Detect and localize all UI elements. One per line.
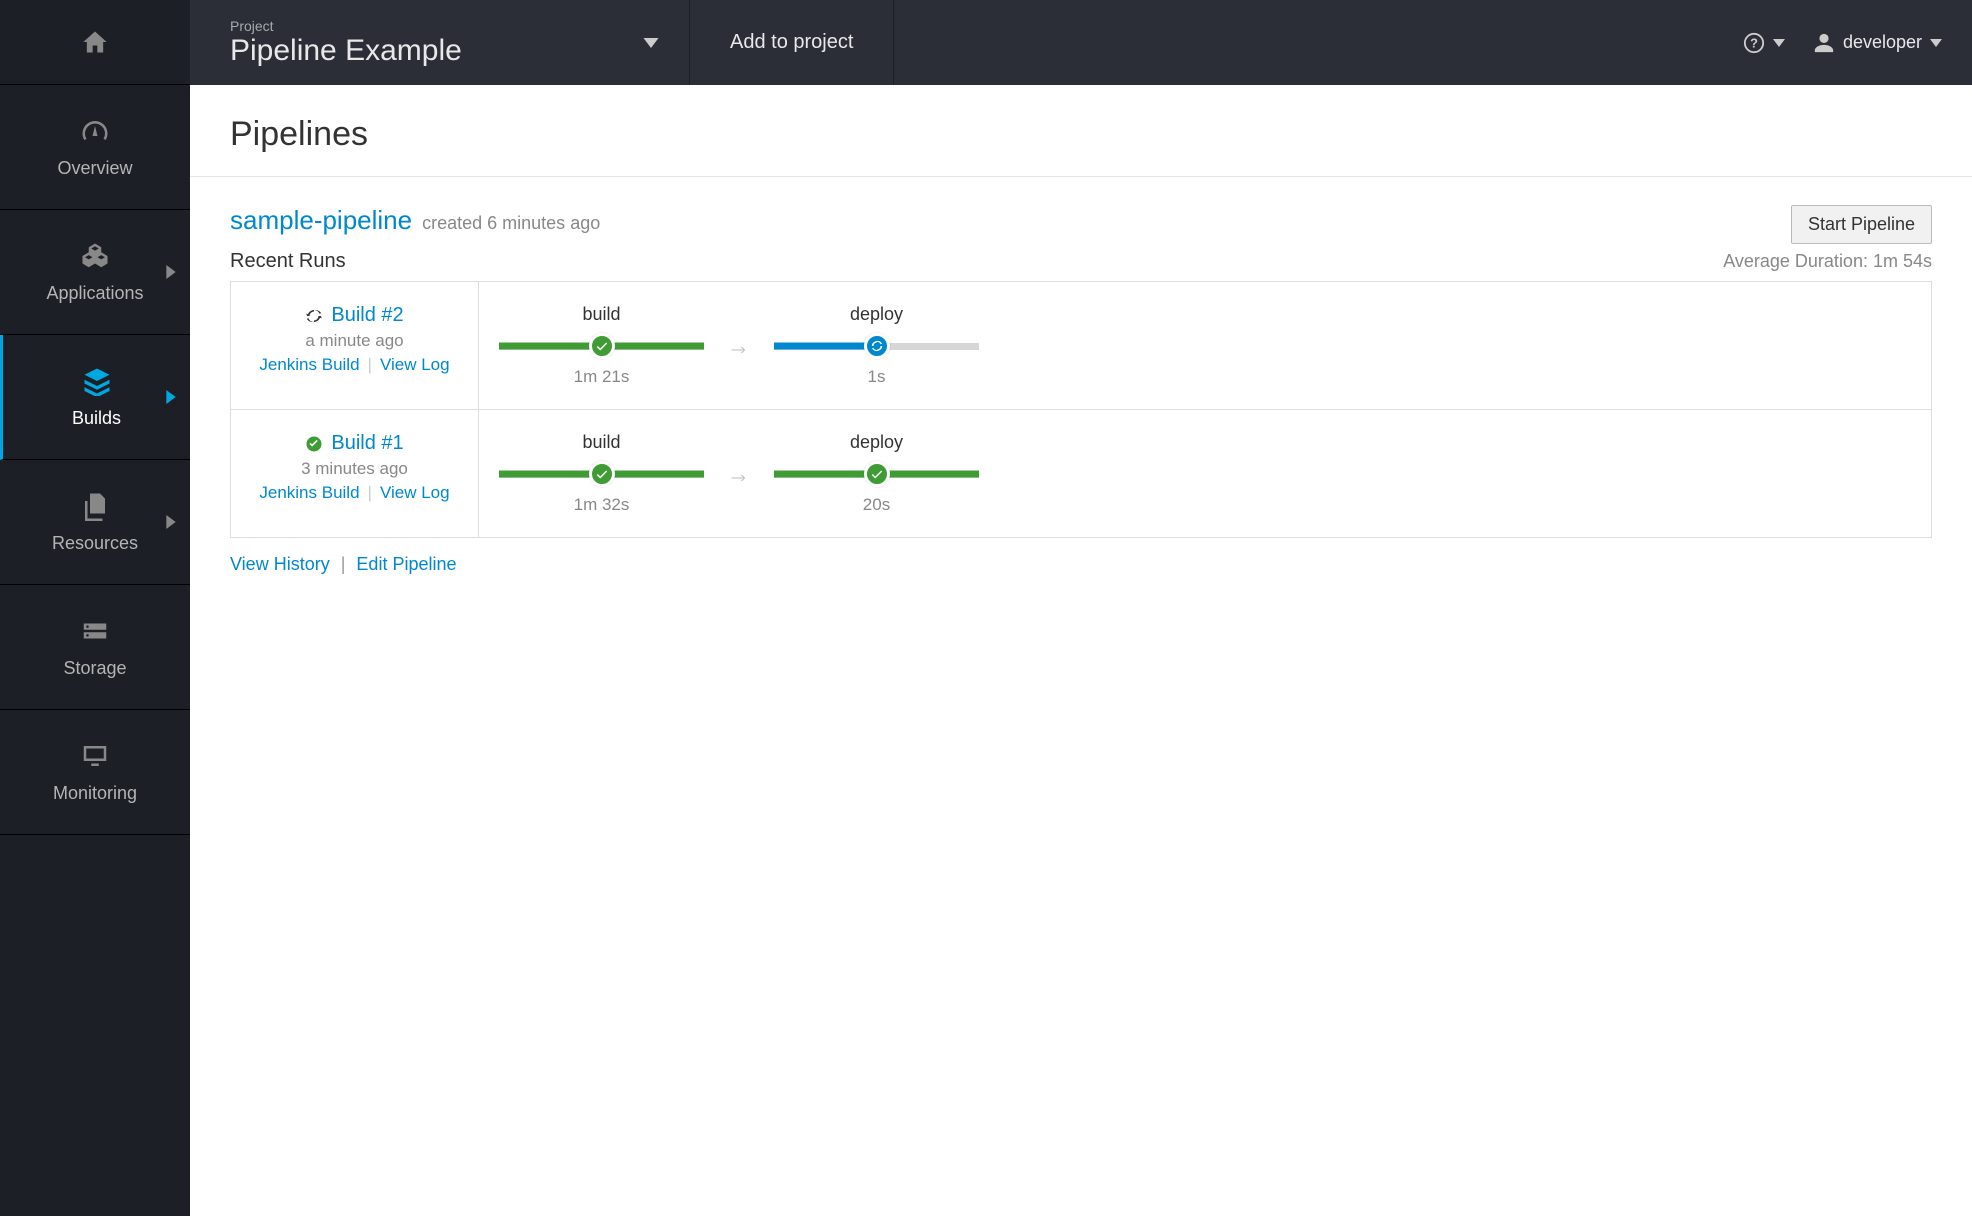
check-icon — [589, 333, 615, 359]
chevron-right-icon — [166, 390, 176, 404]
jenkins-build-link[interactable]: Jenkins Build — [259, 483, 359, 503]
pipeline-name-link[interactable]: sample-pipeline — [230, 205, 412, 236]
topbar: Project Pipeline Example Add to project … — [190, 0, 1972, 85]
view-log-link[interactable]: View Log — [380, 355, 450, 375]
success-icon — [305, 435, 323, 453]
build-time: a minute ago — [305, 331, 403, 351]
chevron-down-icon — [643, 38, 659, 48]
stage-duration: 20s — [863, 495, 890, 515]
stage-deploy: deploy 1s — [774, 304, 979, 387]
jenkins-build-link[interactable]: Jenkins Build — [259, 355, 359, 375]
sidebar: Overview Applications Builds Resources S… — [0, 0, 190, 1216]
sidebar-label-applications: Applications — [46, 283, 143, 304]
sidebar-item-applications[interactable]: Applications — [0, 210, 190, 335]
recent-runs-label: Recent Runs — [230, 250, 346, 273]
stage-label: deploy — [850, 432, 903, 453]
cubes-icon — [80, 241, 110, 271]
username: developer — [1843, 32, 1922, 53]
stage-duration: 1s — [868, 367, 886, 387]
home-icon — [81, 28, 109, 56]
check-icon — [589, 461, 615, 487]
page-title: Pipelines — [230, 115, 1932, 154]
run-meta: Build #1 3 minutes ago Jenkins Build | V… — [231, 410, 479, 537]
runs-table: Build #2 a minute ago Jenkins Build | Vi… — [230, 281, 1932, 538]
sidebar-label-builds: Builds — [72, 408, 121, 429]
layers-icon — [82, 366, 112, 396]
stage-label: build — [582, 432, 620, 453]
files-icon — [80, 491, 110, 521]
edit-pipeline-link[interactable]: Edit Pipeline — [356, 554, 456, 574]
chevron-right-icon — [166, 265, 176, 279]
monitor-icon — [80, 741, 110, 771]
sidebar-label-overview: Overview — [57, 158, 132, 179]
arrow-right-icon — [724, 466, 754, 482]
check-icon — [864, 461, 890, 487]
pipeline-created-time: created 6 minutes ago — [422, 213, 600, 234]
stages: build 1m 21s — [479, 282, 1931, 409]
stage-label: build — [582, 304, 620, 325]
stages: build 1m 32s — [479, 410, 1931, 537]
sidebar-item-builds[interactable]: Builds — [0, 335, 190, 460]
build-name-link[interactable]: Build #1 — [331, 432, 403, 455]
view-history-link[interactable]: View History — [230, 554, 330, 574]
build-time: 3 minutes ago — [301, 459, 408, 479]
run-meta: Build #2 a minute ago Jenkins Build | Vi… — [231, 282, 479, 409]
sidebar-item-resources[interactable]: Resources — [0, 460, 190, 585]
sidebar-label-storage: Storage — [63, 658, 126, 679]
sidebar-item-monitoring[interactable]: Monitoring — [0, 710, 190, 835]
start-pipeline-button[interactable]: Start Pipeline — [1791, 205, 1932, 244]
svg-text:?: ? — [1750, 35, 1758, 50]
project-name: Pipeline Example — [230, 34, 649, 68]
project-selector[interactable]: Project Pipeline Example — [190, 0, 690, 85]
user-icon — [1813, 32, 1835, 54]
sidebar-item-storage[interactable]: Storage — [0, 585, 190, 710]
stage-build: build 1m 32s — [499, 432, 704, 515]
running-icon — [305, 307, 323, 325]
sidebar-item-overview[interactable]: Overview — [0, 85, 190, 210]
stage-build: build 1m 21s — [499, 304, 704, 387]
stage-deploy: deploy 20s — [774, 432, 979, 515]
project-label: Project — [230, 18, 649, 34]
arrow-right-icon — [724, 338, 754, 354]
build-name-link[interactable]: Build #2 — [331, 304, 403, 327]
pipeline-actions: View History | Edit Pipeline — [230, 554, 1932, 575]
chevron-down-icon — [1773, 39, 1785, 47]
sidebar-home[interactable] — [0, 0, 190, 85]
sidebar-label-monitoring: Monitoring — [53, 783, 137, 804]
help-icon: ? — [1743, 32, 1765, 54]
stage-label: deploy — [850, 304, 903, 325]
add-to-project-button[interactable]: Add to project — [690, 0, 894, 85]
stage-duration: 1m 21s — [574, 367, 630, 387]
dashboard-icon — [80, 116, 110, 146]
chevron-down-icon — [1930, 39, 1942, 47]
run-row: Build #2 a minute ago Jenkins Build | Vi… — [231, 282, 1931, 410]
user-menu[interactable]: developer — [1813, 32, 1942, 54]
run-row: Build #1 3 minutes ago Jenkins Build | V… — [231, 410, 1931, 537]
help-menu[interactable]: ? — [1743, 32, 1785, 54]
sidebar-label-resources: Resources — [52, 533, 138, 554]
view-log-link[interactable]: View Log — [380, 483, 450, 503]
stage-duration: 1m 32s — [574, 495, 630, 515]
storage-icon — [80, 616, 110, 646]
chevron-right-icon — [166, 515, 176, 529]
running-icon — [864, 333, 890, 359]
average-duration: Average Duration: 1m 54s — [1723, 251, 1932, 272]
